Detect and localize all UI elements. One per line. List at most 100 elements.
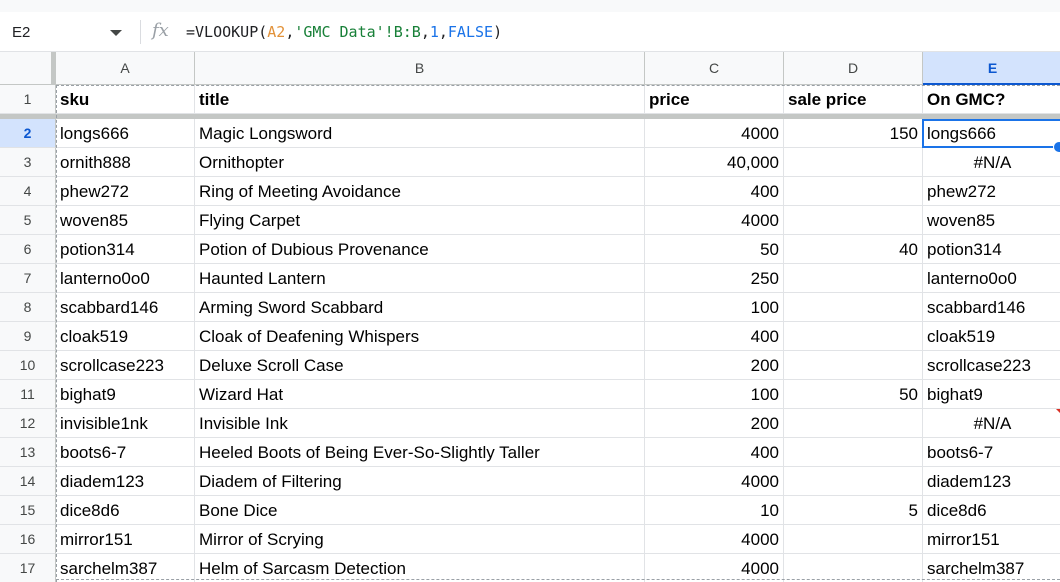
row-header[interactable]: 17 [0, 554, 56, 582]
table-cell[interactable]: Potion of Dubious Provenance [195, 235, 645, 264]
table-cell[interactable]: 150 [784, 119, 923, 148]
table-cell[interactable]: Wizard Hat [195, 380, 645, 409]
table-cell[interactable]: 200 [645, 351, 784, 380]
header-cell[interactable]: sku [56, 85, 195, 114]
row-header[interactable]: 8 [0, 293, 56, 322]
table-cell[interactable]: 4000 [645, 467, 784, 496]
table-cell[interactable]: Arming Sword Scabbard [195, 293, 645, 322]
table-cell[interactable]: diadem123 [56, 467, 195, 496]
table-cell[interactable]: phew272 [56, 177, 195, 206]
table-cell[interactable]: Haunted Lantern [195, 264, 645, 293]
table-cell[interactable]: Cloak of Deafening Whispers [195, 322, 645, 351]
table-cell[interactable]: dice8d6 [56, 496, 195, 525]
table-cell[interactable]: Ring of Meeting Avoidance [195, 177, 645, 206]
row-header[interactable]: 12 [0, 409, 56, 438]
freeze-handle[interactable] [51, 52, 55, 85]
table-cell[interactable]: 400 [645, 322, 784, 351]
row-header[interactable]: 14 [0, 467, 56, 496]
table-cell[interactable] [784, 438, 923, 467]
table-cell[interactable] [784, 409, 923, 438]
table-cell[interactable]: 4000 [645, 119, 784, 148]
table-cell[interactable]: 10 [645, 496, 784, 525]
table-cell[interactable]: cloak519 [923, 322, 1060, 351]
chevron-down-icon[interactable] [110, 30, 122, 36]
select-all-corner[interactable] [0, 52, 56, 85]
table-cell[interactable] [784, 177, 923, 206]
header-cell[interactable]: On GMC? [923, 85, 1060, 114]
row-header[interactable]: 11 [0, 380, 56, 409]
table-cell[interactable]: mirror151 [923, 525, 1060, 554]
table-cell[interactable]: 5 [784, 496, 923, 525]
table-cell[interactable]: sarchelm387 [923, 554, 1060, 582]
table-cell[interactable] [784, 206, 923, 235]
table-cell[interactable]: bighat9 [56, 380, 195, 409]
row-header[interactable]: 7 [0, 264, 56, 293]
row-header[interactable]: 3 [0, 148, 56, 177]
row-header[interactable]: 1 [0, 85, 56, 114]
formula-input[interactable]: =VLOOKUP(A2,'GMC Data'!B:B,1,FALSE) [186, 23, 502, 41]
column-header-a[interactable]: A [56, 52, 195, 85]
table-cell[interactable] [784, 322, 923, 351]
table-cell[interactable]: 4000 [645, 554, 784, 582]
table-cell[interactable]: sarchelm387 [56, 554, 195, 582]
row-header[interactable]: 6 [0, 235, 56, 264]
freeze-divider[interactable] [0, 114, 1060, 119]
table-cell[interactable]: 4000 [645, 525, 784, 554]
table-cell[interactable]: boots6-7 [923, 438, 1060, 467]
table-cell[interactable]: woven85 [56, 206, 195, 235]
table-cell[interactable]: Heeled Boots of Being Ever-So-Slightly T… [195, 438, 645, 467]
header-cell[interactable]: title [195, 85, 645, 114]
table-cell[interactable]: diadem123 [923, 467, 1060, 496]
table-cell[interactable]: Deluxe Scroll Case [195, 351, 645, 380]
row-header[interactable]: 9 [0, 322, 56, 351]
fill-handle[interactable] [1053, 141, 1060, 153]
table-cell[interactable]: Bone Dice [195, 496, 645, 525]
table-cell[interactable]: longs666 [923, 119, 1060, 148]
row-header[interactable]: 4 [0, 177, 56, 206]
table-cell[interactable]: Magic Longsword [195, 119, 645, 148]
table-cell[interactable]: #N/A [923, 148, 1060, 177]
column-header-c[interactable]: C [645, 52, 784, 85]
table-cell[interactable]: invisible1nk [56, 409, 195, 438]
row-header[interactable]: 2 [0, 119, 56, 148]
table-cell[interactable]: 50 [645, 235, 784, 264]
table-cell[interactable]: phew272 [923, 177, 1060, 206]
table-cell[interactable]: woven85 [923, 206, 1060, 235]
table-cell[interactable]: Flying Carpet [195, 206, 645, 235]
table-cell[interactable]: longs666 [56, 119, 195, 148]
table-cell[interactable]: cloak519 [56, 322, 195, 351]
table-cell[interactable]: potion314 [56, 235, 195, 264]
table-cell[interactable]: lanterno0o0 [923, 264, 1060, 293]
table-cell[interactable]: Invisible Ink [195, 409, 645, 438]
column-header-e[interactable]: E [923, 52, 1060, 85]
table-cell[interactable]: 200 [645, 409, 784, 438]
table-cell[interactable]: scrollcase223 [56, 351, 195, 380]
table-cell[interactable]: 4000 [645, 206, 784, 235]
row-header[interactable]: 16 [0, 525, 56, 554]
table-cell[interactable]: dice8d6 [923, 496, 1060, 525]
table-cell[interactable]: boots6-7 [56, 438, 195, 467]
table-cell[interactable]: Mirror of Scrying [195, 525, 645, 554]
table-cell[interactable]: Diadem of Filtering [195, 467, 645, 496]
table-cell[interactable]: Ornithopter [195, 148, 645, 177]
column-header-b[interactable]: B [195, 52, 645, 85]
table-cell[interactable]: #N/A [923, 409, 1060, 438]
table-cell[interactable]: 50 [784, 380, 923, 409]
table-cell[interactable] [784, 554, 923, 582]
table-cell[interactable] [784, 525, 923, 554]
row-header[interactable]: 10 [0, 351, 56, 380]
table-cell[interactable]: potion314 [923, 235, 1060, 264]
table-cell[interactable] [784, 467, 923, 496]
row-header[interactable]: 13 [0, 438, 56, 467]
table-cell[interactable]: ornith888 [56, 148, 195, 177]
column-header-d[interactable]: D [784, 52, 923, 85]
table-cell[interactable]: 250 [645, 264, 784, 293]
spreadsheet-grid[interactable]: A B C D E 1 sku title price sale price On GMC? 2 lon… [0, 52, 1060, 582]
table-cell[interactable]: scabbard146 [56, 293, 195, 322]
table-cell[interactable] [784, 293, 923, 322]
table-cell[interactable]: lanterno0o0 [56, 264, 195, 293]
table-cell[interactable]: 400 [645, 177, 784, 206]
header-cell[interactable]: price [645, 85, 784, 114]
table-cell[interactable]: 100 [645, 293, 784, 322]
table-cell[interactable]: 400 [645, 438, 784, 467]
